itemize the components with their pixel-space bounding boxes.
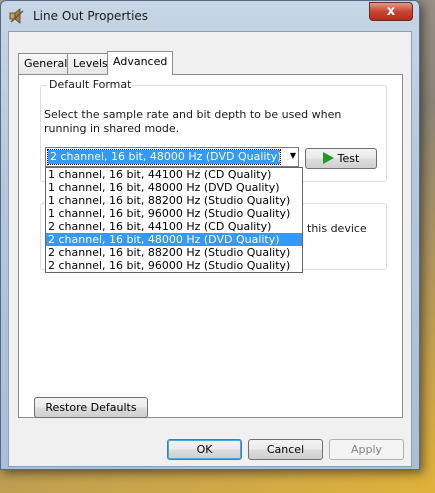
restore-defaults-button[interactable]: Restore Defaults [34, 397, 148, 418]
dropdown-option[interactable]: 2 channel, 16 bit, 88200 Hz (Studio Qual… [46, 246, 302, 259]
close-button[interactable]: x [369, 2, 413, 21]
test-label: Test [337, 152, 360, 165]
close-icon: x [386, 4, 396, 19]
dialog-window: Line Out Properties x General Levels Adv… [0, 0, 420, 470]
dropdown-option[interactable]: 1 channel, 16 bit, 88200 Hz (Studio Qual… [46, 194, 302, 207]
test-button[interactable]: Test [305, 148, 377, 169]
default-format-description: Select the sample rate and bit depth to … [44, 108, 342, 135]
dropdown-option[interactable]: 2 channel, 16 bit, 44100 Hz (CD Quality) [46, 220, 302, 233]
exclusive-mode-text: this device [307, 222, 367, 235]
dropdown-option[interactable]: 2 channel, 16 bit, 96000 Hz (Studio Qual… [46, 259, 302, 272]
chevron-down-icon[interactable]: ▼ [290, 151, 296, 160]
dropdown-option-highlighted[interactable]: 2 channel, 16 bit, 48000 Hz (DVD Quality… [46, 233, 302, 246]
apply-button: Apply [329, 439, 404, 460]
default-format-legend: Default Format [47, 78, 134, 91]
dropdown-option[interactable]: 1 channel, 16 bit, 44100 Hz (CD Quality) [46, 168, 302, 181]
sample-rate-dropdown-list[interactable]: 1 channel, 16 bit, 44100 Hz (CD Quality)… [45, 167, 303, 273]
sample-rate-select[interactable]: 2 channel, 16 bit, 48000 Hz (DVD Quality… [45, 147, 299, 167]
title-bar[interactable]: Line Out Properties x [1, 1, 419, 31]
speaker-properties-icon [9, 8, 24, 24]
dropdown-option[interactable]: 1 channel, 16 bit, 96000 Hz (Studio Qual… [46, 207, 302, 220]
ok-button[interactable]: OK [167, 439, 242, 460]
dropdown-option[interactable]: 1 channel, 16 bit, 48000 Hz (DVD Quality… [46, 181, 302, 194]
tab-advanced[interactable]: Advanced [107, 51, 174, 75]
tab-general[interactable]: General [18, 53, 74, 74]
play-icon [322, 152, 334, 164]
cancel-button[interactable]: Cancel [248, 439, 323, 460]
sample-rate-selected-value: 2 channel, 16 bit, 48000 Hz (DVD Quality… [47, 149, 282, 165]
window-title: Line Out Properties [33, 9, 149, 23]
